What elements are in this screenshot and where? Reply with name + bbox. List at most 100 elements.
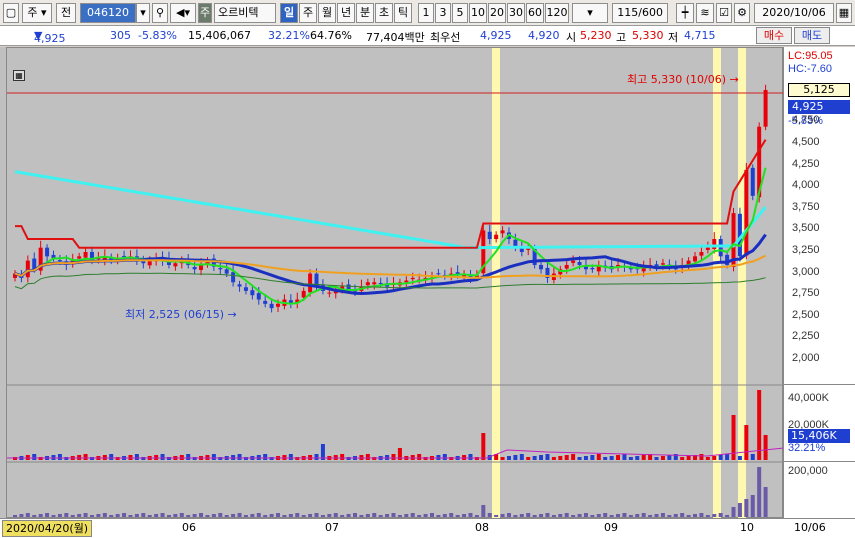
amount-bar [179, 513, 184, 517]
amount-bar [532, 515, 537, 517]
amount-bar [590, 515, 595, 517]
amount-bar [64, 513, 69, 517]
period-tab[interactable]: 분 [356, 3, 374, 23]
amount-bar [545, 513, 550, 517]
price-chart[interactable]: ▦ 최고 5,330 (10/06) → 최저 2,525 (06/15) → [6, 47, 785, 519]
speaker-icon[interactable]: ◀▾ [170, 3, 196, 23]
volume-bar [160, 454, 165, 460]
minute-tab[interactable]: 10 [469, 3, 487, 23]
market-select[interactable]: 주 ▾ [22, 3, 52, 23]
minute-tab[interactable]: 120 [545, 3, 569, 23]
minute-tab[interactable]: 5 [452, 3, 468, 23]
amount-bar [83, 513, 88, 517]
turnover: 64.76% [310, 29, 352, 42]
period-tab[interactable]: 틱 [394, 3, 412, 23]
amount-bar [166, 515, 171, 517]
check-icon[interactable]: ☑ [716, 3, 732, 23]
y-tick-label: 3,750 [792, 200, 820, 213]
period-tab[interactable]: 월 [318, 3, 336, 23]
amount-bar [500, 514, 505, 517]
minute-tab[interactable]: 20 [488, 3, 506, 23]
sell-button[interactable]: 매도 [794, 27, 830, 44]
volume-bar [641, 455, 646, 460]
amount-bar [353, 513, 358, 517]
volume-bar [705, 457, 710, 460]
candle-body [243, 287, 248, 291]
open-label: 시 [566, 31, 577, 44]
candle-body [577, 262, 582, 265]
high-annotation: 최고 5,330 (10/06) → [627, 73, 739, 86]
minute-tab[interactable]: 30 [507, 3, 525, 23]
amount-bar [314, 513, 319, 517]
volume-bar [211, 454, 216, 460]
volume-bar [757, 390, 762, 460]
window-icon[interactable]: ▢ [3, 3, 19, 23]
candle-body [660, 263, 665, 265]
highlight-band [492, 48, 500, 519]
amount-bar [481, 505, 486, 517]
period-tab[interactable]: 일 [280, 3, 298, 23]
y-tick-label: 4,250 [792, 157, 820, 170]
search-icon[interactable]: ⚲ [152, 3, 168, 23]
ma-120-line [14, 272, 766, 290]
code-dropdown[interactable]: ▾ [136, 3, 150, 23]
minute-tab[interactable]: 1 [418, 3, 434, 23]
amount-bar [250, 514, 255, 517]
buy-button[interactable]: 매수 [756, 27, 792, 44]
candle-body [250, 290, 255, 296]
hc-label: HC:-7.60 [788, 63, 833, 75]
chart-type-icon[interactable]: ≋ [696, 3, 714, 23]
amount-bar [256, 513, 261, 517]
minute-tab[interactable]: 3 [435, 3, 451, 23]
price-marker: 5,125 [788, 83, 850, 97]
volume-bar [263, 454, 268, 460]
volume-bar [513, 455, 518, 460]
date-field[interactable]: 2020/10/06 [754, 3, 834, 23]
amount-bar [263, 515, 268, 517]
amount-bar [45, 513, 50, 517]
envelope-line [15, 139, 767, 249]
amount-bar [673, 514, 678, 517]
period-tab[interactable]: 년 [337, 3, 355, 23]
candle-body [231, 272, 236, 283]
volume-bar [609, 456, 614, 460]
candle-body [410, 277, 415, 280]
amount-bar [32, 515, 37, 517]
month-09: 09 [604, 521, 618, 534]
amount-bar [616, 514, 621, 517]
amount-bar [308, 514, 313, 517]
period-tab[interactable]: 주 [299, 3, 317, 23]
prev-button[interactable]: 전 [56, 3, 76, 23]
volume-bar [750, 454, 755, 460]
minute-tab[interactable]: 60 [526, 3, 544, 23]
amount-bar [442, 514, 447, 517]
amount-bar [346, 514, 351, 517]
stock-code-input[interactable]: 046120 [80, 3, 136, 23]
candle-body [83, 252, 88, 258]
amount-bar [577, 514, 582, 517]
low-label: 저 [668, 31, 679, 44]
candle-icon[interactable]: ┿ [676, 3, 694, 23]
amount-bar [648, 515, 653, 517]
y-tick-label: 2,250 [792, 330, 820, 343]
gear-icon[interactable]: ⚙ [734, 3, 750, 23]
amount-bar [276, 513, 281, 517]
calendar-icon[interactable]: ▦ [836, 3, 852, 23]
amount-bar [526, 513, 531, 517]
volume-bar [558, 456, 563, 460]
candle-body [404, 280, 409, 283]
y-tick-label: 4,500 [792, 136, 820, 148]
amount-bar [449, 513, 454, 517]
period-tab[interactable]: 초 [375, 3, 393, 23]
y-tick-label: 4,750 [792, 114, 820, 127]
grid-icon[interactable]: ▦ [13, 70, 25, 81]
amount-bar [38, 514, 43, 517]
price-change: 305 [110, 29, 131, 42]
interval-select[interactable]: ▾ [572, 3, 608, 23]
amount-bar [134, 514, 139, 517]
amount-bar [205, 515, 210, 517]
volume-bar [314, 454, 319, 460]
volume-bar [365, 454, 370, 460]
volume-bar [686, 456, 691, 460]
volume-bar [532, 456, 537, 460]
